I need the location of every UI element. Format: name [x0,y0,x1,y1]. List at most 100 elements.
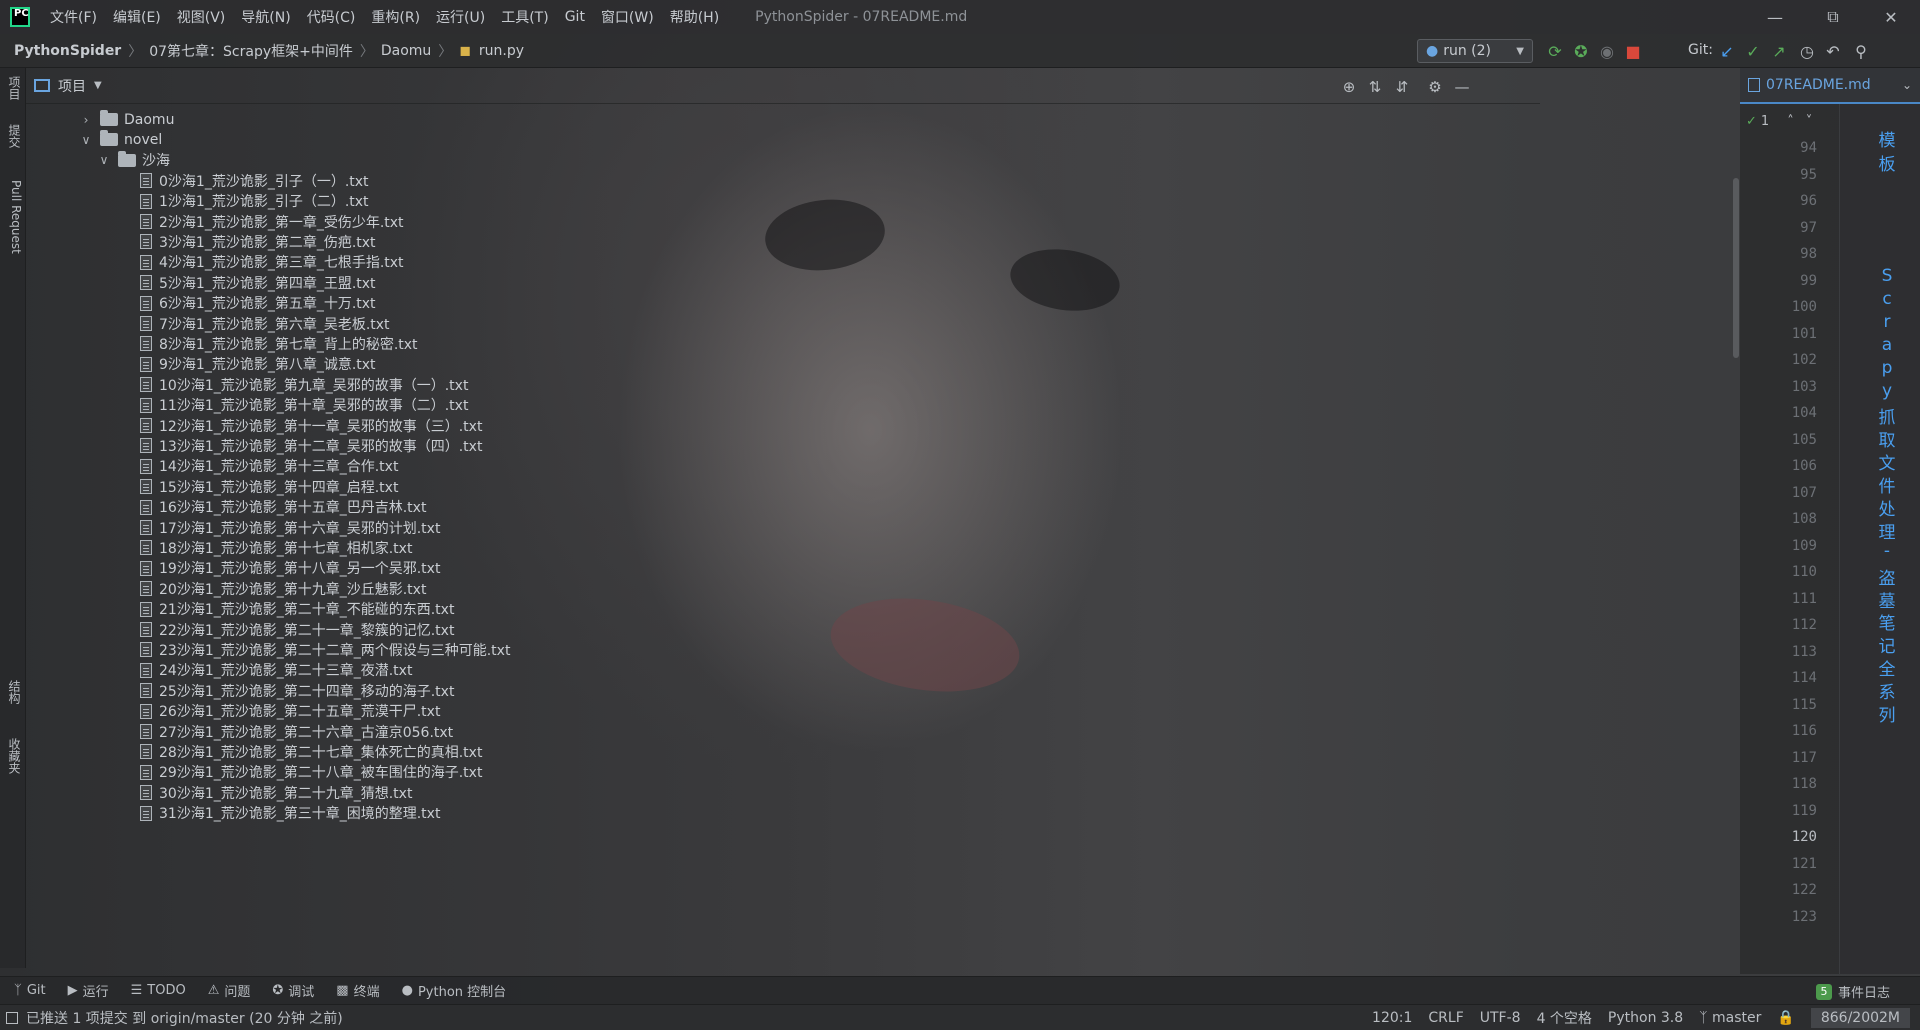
chevron-down-icon[interactable]: ▼ [94,80,102,91]
tab-structure[interactable]: 结构 [3,680,23,704]
menu-refactor[interactable]: 重构(R) [363,7,428,27]
editor-content[interactable]: 模板Scrapy抓取文件处理-盗墓笔记全系列 [1840,104,1920,974]
chevron-down-icon[interactable]: ˅ [1806,114,1813,129]
tool-todo[interactable]: ☰ TODO [131,983,186,998]
text-file-icon [140,703,152,719]
line-number: 99 [1800,272,1817,289]
stop-icon[interactable]: ■ [1624,42,1642,61]
git-branch-icon: ᛉ [1699,1010,1713,1026]
event-log-button[interactable]: 5 事件日志 [1815,982,1890,1001]
menu-tools[interactable]: 工具(T) [493,7,556,27]
text-file-icon [140,479,152,495]
locate-icon[interactable]: ⊕ [1340,78,1358,96]
menu-run[interactable]: 运行(U) [428,7,493,27]
text-file-icon [140,744,152,760]
editor-tab-label: 07README.md [1766,77,1871,93]
indent-setting[interactable]: 4 个空格 [1537,1008,1592,1028]
tool-python-console[interactable]: ● Python 控制台 [402,981,507,1000]
window-controls: — ⧉ ✕ [1746,0,1920,34]
inspection-widget[interactable]: ✓ 1 ˄ ˅ [1746,114,1812,129]
debug-bug-icon[interactable]: ✪ [1572,42,1590,61]
tree-folder-label: Daomu [124,111,175,128]
rerun-icon[interactable]: ⟳ [1546,42,1564,61]
menu-navigate[interactable]: 导航(N) [233,7,298,27]
tool-problems[interactable]: ⚠ 问题 [208,981,251,1000]
text-file-icon [140,520,152,535]
status-message[interactable]: 已推送 1 项提交 到 origin/master (20 分钟 之前) [26,1008,343,1028]
tool-run[interactable]: ▶ 运行 [68,981,109,1000]
restore-icon[interactable]: ⧉ [1804,0,1862,34]
lock-icon[interactable]: 🔒 [1777,1010,1794,1026]
menu-git[interactable]: Git [557,9,593,25]
chevron-right-icon[interactable]: › [78,113,94,127]
menu-code[interactable]: 代码(C) [299,7,364,27]
hide-panel-icon[interactable]: — [1453,78,1471,96]
git-commit-icon[interactable]: ✓ [1744,42,1762,61]
menu-help[interactable]: 帮助(H) [662,7,727,27]
tab-commit[interactable]: 提交 [3,124,23,148]
git-push-icon[interactable]: ↗ [1770,42,1788,61]
menu-window[interactable]: 窗口(W) [593,7,662,27]
expand-all-icon[interactable]: ⇅ [1366,78,1384,96]
text-file-icon [140,458,152,474]
breadcrumb-project[interactable]: PythonSpider [0,43,125,59]
text-file-icon [140,622,152,637]
line-number: 106 [1791,458,1817,474]
caret-position[interactable]: 120:1 [1372,1010,1412,1026]
breadcrumb-file[interactable]: run.py [475,43,528,59]
close-icon[interactable]: ✕ [1862,0,1920,34]
text-file-icon [140,397,152,413]
project-panel-title[interactable]: 项目 [58,76,86,96]
chevron-down-icon[interactable]: ∨ [96,153,112,167]
breadcrumb-chapter[interactable]: 07第七章：Scrapy框架+中间件 [145,41,357,61]
git-update-icon[interactable]: ↙ [1718,42,1736,61]
tree-file[interactable]: 31沙海1_荒沙诡影_第三十章_困境的整理.txt [140,801,440,826]
editor-tab[interactable]: 07README.md ⌄ [1740,68,1920,104]
line-number: 107 [1791,484,1817,501]
menu-edit[interactable]: 编辑(E) [105,7,169,27]
tab-project[interactable]: 项目 [3,76,23,100]
search-icon[interactable]: ⚲ [1852,42,1870,61]
event-log-label: 事件日志 [1837,986,1890,1001]
menu-file[interactable]: 文件(F) [42,7,105,27]
chevron-down-icon[interactable]: ∨ [78,133,94,147]
chevron-down-icon[interactable]: ⌄ [1902,78,1912,92]
memory-indicator[interactable]: 866/2002M [1810,1008,1910,1028]
line-separator[interactable]: CRLF [1428,1010,1463,1026]
status-toggle-icon[interactable] [6,1011,18,1024]
coverage-icon[interactable]: ◉ [1598,42,1616,61]
text-file-icon [140,234,152,250]
editor-char: - [1883,541,1891,561]
tool-terminal[interactable]: ▩ 终端 [336,981,379,1000]
window-title: PythonSpider - 07README.md [755,9,968,25]
text-file-icon [140,418,152,433]
text-file-icon [140,785,152,801]
tool-git[interactable]: ᛉ Git [14,983,46,998]
editor-char: 列 [1878,706,1896,726]
line-number: 102 [1791,352,1817,368]
project-tree: › Daomu ∨ novel ∨ 沙海 0沙海1_荒沙诡影_引子（一）.txt 1沙海1_荒… [26,104,1726,974]
history-icon[interactable]: ◷ [1798,42,1816,61]
breadcrumb-folder[interactable]: Daomu [377,43,435,59]
chevron-up-icon[interactable]: ˄ [1787,114,1794,129]
text-file-icon [140,214,152,229]
tool-debug[interactable]: ✪ 调试 [272,981,314,1000]
breadcrumb-separator: 〉 [128,43,143,60]
folder-icon [118,150,136,167]
tool-label: Python 控制台 [417,985,507,1000]
line-number: 115 [1791,696,1817,713]
tab-favorites[interactable]: 收藏夹 [3,738,23,774]
python-interpreter[interactable]: Python 3.8 [1608,1010,1683,1026]
git-branch-widget[interactable]: ᛉ master [1699,1010,1761,1026]
minimize-icon[interactable]: — [1746,0,1804,34]
rollback-icon[interactable]: ↶ [1824,42,1842,61]
tab-pull-request[interactable]: Pull Request [3,180,23,254]
run-configuration-select[interactable]: ● run (2) ▼ [1417,39,1533,63]
text-file-icon [140,438,152,454]
file-encoding[interactable]: UTF-8 [1480,1010,1521,1026]
line-number: 100 [1791,299,1817,315]
collapse-all-icon[interactable]: ⇵ [1393,78,1411,96]
tree-scrollbar[interactable] [1733,178,1739,358]
gear-icon[interactable]: ⚙ [1426,78,1444,96]
menu-view[interactable]: 视图(V) [169,7,234,27]
